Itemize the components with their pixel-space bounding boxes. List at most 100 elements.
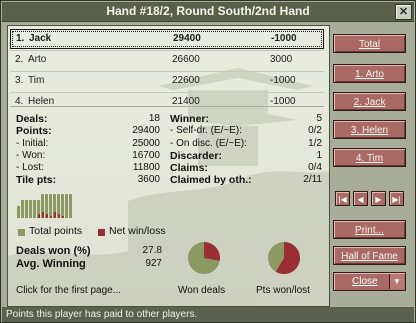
won-deals-caption: Won deals [178, 285, 226, 296]
stat-label-lost: - Lost: [16, 162, 44, 173]
deals-won-value: 27.8 [142, 245, 162, 256]
stat-label-won: - Won: [16, 150, 46, 161]
net-win-loss-swatch [98, 229, 105, 236]
player-tim-button[interactable]: 4. Tim [333, 148, 406, 167]
net-win-loss-bar [42, 212, 44, 218]
prev-page-button[interactable]: ◀ [353, 191, 368, 206]
player-name: Tim [28, 75, 45, 86]
statistics-window: Hand #18/2, Round South/2nd Hand ✕ 1. Ja… [0, 0, 416, 323]
total-points-swatch [18, 229, 25, 236]
total-points-bar [49, 194, 52, 218]
net-win-loss-bar [50, 216, 52, 218]
player-jack-button[interactable]: 2. Jack [333, 92, 406, 111]
stat-value-tile-pts: 3600 [137, 174, 160, 185]
player-points: 26600 [172, 54, 200, 65]
stat-value-discarder: 1 [316, 150, 322, 161]
print-button-label: Print... [355, 225, 384, 236]
net-win-loss-bar [38, 214, 40, 218]
stat-value-points: 29400 [132, 125, 160, 136]
close-button-label: Close [352, 276, 378, 287]
print-button[interactable]: Print... [333, 220, 406, 239]
total-points-bar [29, 200, 32, 218]
stat-label-tile-pts: Tile pts: [16, 174, 57, 186]
list-bottom-divider [10, 106, 324, 107]
player-delta: -1000 [270, 96, 296, 107]
player-helen-button-label: 3. Helen [350, 125, 389, 136]
player-arto-button[interactable]: 1. Arto [333, 64, 406, 83]
stat-label-self-drawn: - Self-dr. (E/~E): [170, 125, 242, 136]
last-page-button[interactable]: ▶| [389, 191, 404, 206]
player-rank: 1. [16, 33, 25, 44]
net-win-loss-bar [54, 212, 56, 218]
stat-value-initial: 25000 [132, 138, 160, 149]
player-rank: 4. [15, 96, 24, 107]
stat-label-discarder: Discarder: [170, 150, 222, 162]
player-name: Jack [29, 33, 52, 44]
stat-value-claimed-by-others: 2/11 [303, 174, 322, 185]
stats-panel: 1. Jack 29400 -1000 2. Arto 26600 3000 3… [7, 25, 330, 307]
player-row-arto[interactable]: 2. Arto 26600 3000 [10, 50, 324, 70]
won-deals-won-slice [204, 242, 220, 261]
avg-winning-value: 927 [145, 258, 162, 269]
stat-value-won: 16700 [132, 150, 160, 161]
total-button[interactable]: Total [333, 34, 406, 53]
player-row-helen[interactable]: 4. Helen 21400 -1000 [10, 92, 324, 112]
next-page-button[interactable]: ▶ [371, 191, 386, 206]
player-rank: 2. [15, 54, 24, 65]
first-page-hint[interactable]: Click for the first page... [16, 285, 121, 296]
player-delta: -1000 [270, 75, 296, 86]
hall-of-fame-button[interactable]: Hall of Fame [333, 246, 406, 265]
pts-won-lost-caption: Pts won/lost [256, 285, 310, 296]
stat-value-on-discard: 1/2 [308, 138, 322, 149]
player-points: 29400 [173, 33, 201, 44]
net-win-loss-bar [58, 214, 60, 218]
hall-of-fame-button-label: Hall of Fame [341, 251, 398, 262]
total-points-bar [25, 200, 28, 218]
pts-won-lost-pie-chart [268, 242, 300, 274]
status-bar: Points this player has paid to other pla… [2, 307, 414, 322]
legend-net-win-loss: Net win/loss [109, 225, 166, 237]
stat-value-self-drawn: 0/2 [308, 125, 322, 136]
stat-value-winner: 5 [316, 113, 322, 124]
player-points: 21400 [172, 96, 200, 107]
stat-value-claims: 0/4 [308, 162, 322, 173]
stat-label-claims: Claims: [170, 162, 208, 174]
total-points-bar [65, 194, 68, 218]
total-points-bar [33, 200, 36, 218]
player-helen-button[interactable]: 3. Helen [333, 120, 406, 139]
player-row-jack[interactable]: 1. Jack 29400 -1000 [10, 29, 324, 49]
total-points-bar [17, 206, 20, 218]
close-button[interactable]: Close ▼ [333, 272, 406, 291]
stat-label-deals: Deals: [16, 113, 48, 125]
chevron-down-icon[interactable]: ▼ [389, 274, 404, 289]
title-bar: Hand #18/2, Round South/2nd Hand ✕ [2, 2, 414, 22]
close-icon[interactable]: ✕ [395, 4, 412, 20]
total-points-bar [61, 194, 64, 218]
player-row-tim[interactable]: 3. Tim 22600 -1000 [10, 71, 324, 91]
legend-total-points: Total points [29, 225, 83, 237]
stat-value-deals: 18 [148, 113, 160, 124]
player-name: Helen [28, 96, 55, 107]
deals-won-label: Deals won (%) [16, 245, 91, 257]
player-tim-button-label: 4. Tim [355, 153, 384, 164]
stat-label-claimed-by-others: Claimed by oth.: [170, 174, 252, 186]
player-rank: 3. [15, 75, 24, 86]
total-points-bar [21, 200, 24, 218]
points-history-chart[interactable] [16, 192, 76, 220]
player-delta: 3000 [270, 54, 293, 65]
player-arto-button-label: 1. Arto [355, 69, 384, 80]
player-delta: -1000 [271, 33, 297, 44]
window-title: Hand #18/2, Round South/2nd Hand [106, 4, 310, 18]
net-win-loss-bar [62, 216, 64, 218]
net-win-loss-bar [46, 214, 48, 218]
total-points-bar [69, 194, 72, 218]
avg-winning-label: Avg. Winning [16, 258, 86, 270]
stat-label-points: Points: [16, 125, 52, 137]
first-page-button[interactable]: |◀ [335, 191, 350, 206]
won-deals-pie-chart [188, 242, 220, 274]
stat-label-winner: Winner: [170, 113, 209, 125]
total-button-label: Total [358, 39, 381, 50]
stat-label-on-discard: - On disc. (E/~E): [170, 138, 247, 149]
player-points: 22600 [172, 75, 200, 86]
player-name: Arto [28, 54, 47, 65]
